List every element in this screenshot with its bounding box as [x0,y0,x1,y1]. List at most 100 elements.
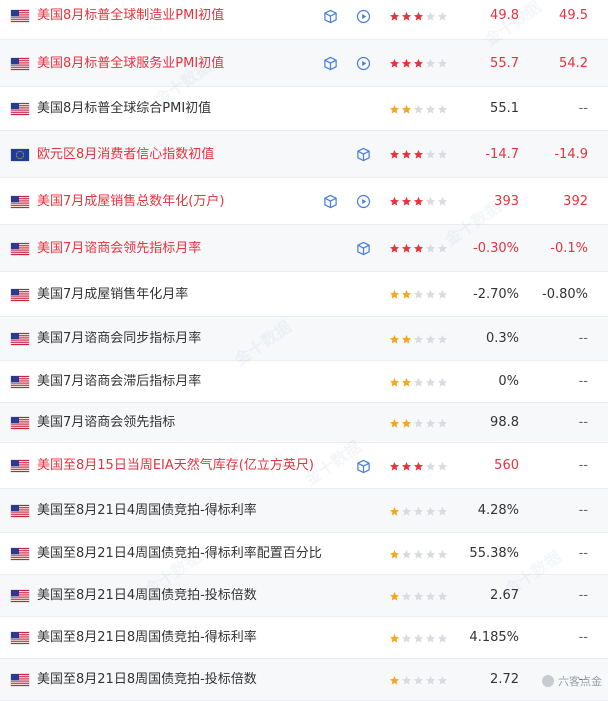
actual-value: 55.7 [490,55,519,71]
star-filled-icon [389,289,400,300]
previous-value: -0.80% [542,286,588,302]
table-row[interactable]: 美国至8月21日4周国债竞拍-投标倍数 2.67 -- [0,575,608,617]
indicator-name: 美国至8月21日4周国债竞拍-得标利率 [37,503,257,518]
star-filled-icon [401,461,412,472]
previous-value: -- [578,588,588,603]
star-empty-icon [401,506,412,517]
star-filled-icon [389,196,400,207]
previous-value: 54.2 [559,55,588,71]
brand-logo-icon [542,675,554,687]
table-row[interactable]: 美国7月成屋销售年化月率 -2.70% -0.80% [0,272,608,317]
previous-value: -- [578,415,588,430]
table-row[interactable]: 美国8月标普全球服务业PMI初值 55.7 54.2 [0,40,608,87]
table-row[interactable]: 美国8月标普全球制造业PMI初值 49.8 49.5 [0,0,608,40]
indicator-name: 美国至8月21日4周国债竞拍-得标利率配置百分比 [37,546,322,561]
us-flag-icon [11,548,29,560]
indicator-name: 美国至8月21日8周国债竞拍-得标利率 [37,630,257,645]
us-flag-icon [11,590,29,602]
us-flag-icon [11,460,29,472]
indicator-name: 美国8月标普全球综合PMI初值 [37,101,212,116]
indicator-name: 美国7月谘商会领先指标月率 [37,240,202,256]
star-filled-icon [389,377,400,388]
us-flag-icon [11,333,29,345]
data-cube-icon[interactable] [356,241,371,256]
actual-value: -0.30% [473,240,519,256]
star-filled-icon [389,506,400,517]
star-filled-icon [401,243,412,254]
previous-value: -- [578,331,588,346]
star-filled-icon [401,196,412,207]
indicator-name: 美国8月标普全球制造业PMI初值 [37,8,225,23]
indicator-name: 欧元区8月消费者信心指数初值 [37,146,215,162]
us-flag-icon [11,288,29,301]
star-empty-icon [401,549,412,560]
table-row[interactable]: 美国至8月21日4周国债竞拍-得标利率配置百分比 55.38% -- [0,533,608,575]
indicator-name: 美国至8月21日8周国债竞拍-投标倍数 [37,672,257,687]
indicator-name: 美国7月谘商会滞后指标月率 [37,374,202,389]
play-video-icon[interactable] [356,194,371,209]
play-video-icon[interactable] [356,56,371,71]
table-row[interactable]: 欧元区8月消费者信心指数初值 -14.7 -14.9 [0,131,608,178]
previous-value: 49.5 [559,8,588,23]
actual-value: 4.28% [477,503,519,518]
table-row[interactable]: 美国至8月21日8周国债竞拍-得标利率 4.185% -- [0,617,608,659]
star-filled-icon [389,418,400,429]
star-filled-icon [389,104,400,115]
actual-value: 2.67 [490,588,519,603]
star-filled-icon [401,104,412,115]
star-filled-icon [389,675,400,686]
star-filled-icon [389,461,400,472]
star-filled-icon [389,243,400,254]
star-empty-icon [401,591,412,602]
star-filled-icon [401,58,412,69]
us-flag-icon [11,242,29,255]
star-filled-icon [389,549,400,560]
actual-value: 560 [494,458,519,473]
previous-value: -14.9 [554,146,588,162]
table-row[interactable]: 美国7月谘商会滞后指标月率 0% -- [0,361,608,403]
data-cube-icon[interactable] [356,459,371,474]
us-flag-icon [11,57,29,70]
indicator-name: 美国7月谘商会同步指标月率 [37,331,202,346]
star-filled-icon [389,58,400,69]
actual-value: 2.72 [490,672,519,687]
actual-value: 0.3% [485,331,519,346]
previous-value: -- [578,503,588,518]
actual-value: 4.185% [469,630,519,645]
table-row[interactable]: 美国7月谘商会领先指标月率 -0.30% -0.1% [0,225,608,272]
data-cube-icon[interactable] [323,194,338,209]
star-filled-icon [401,289,412,300]
star-filled-icon [401,149,412,160]
indicator-name: 美国7月成屋销售年化月率 [37,286,189,302]
footer-brand-text: 六客点金 [558,675,602,688]
star-empty-icon [401,633,412,644]
indicator-name: 美国7月成屋销售总数年化(万户) [37,193,225,209]
actual-value: 393 [494,193,519,209]
us-flag-icon [11,376,29,388]
us-flag-icon [11,505,29,517]
actual-value: 98.8 [490,415,519,430]
actual-value: 0% [498,374,519,389]
star-filled-icon [389,633,400,644]
star-filled-icon [389,149,400,160]
us-flag-icon [11,103,29,115]
us-flag-icon [11,417,29,429]
table-row[interactable]: 美国7月谘商会同步指标月率 0.3% -- [0,317,608,361]
table-row[interactable]: 美国8月标普全球综合PMI初值 55.1 -- [0,87,608,131]
actual-value: -14.7 [485,146,519,162]
play-video-icon[interactable] [356,9,371,24]
data-cube-icon[interactable] [323,56,338,71]
data-cube-icon[interactable] [356,147,371,162]
us-flag-icon [11,674,29,686]
star-filled-icon [389,11,400,22]
table-row[interactable]: 美国至8月21日4周国债竞拍-得标利率 4.28% -- [0,489,608,533]
table-row[interactable]: 美国7月谘商会领先指标 98.8 -- [0,403,608,443]
previous-value: -0.1% [550,240,588,256]
indicator-name: 美国8月标普全球服务业PMI初值 [37,55,225,71]
table-row[interactable]: 美国7月成屋销售总数年化(万户) 393 392 [0,178,608,225]
star-filled-icon [389,591,400,602]
table-row[interactable]: 美国至8月15日当周EIA天然气库存(亿立方英尺) 560 -- [0,443,608,489]
star-filled-icon [389,334,400,345]
actual-value: -2.70% [473,286,519,302]
data-cube-icon[interactable] [323,9,338,24]
